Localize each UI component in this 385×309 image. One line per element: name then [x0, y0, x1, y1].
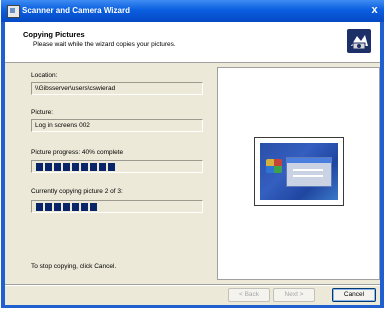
progress-block: [36, 163, 43, 171]
progress-block: [81, 203, 88, 211]
picture-thumbnail: [254, 137, 344, 206]
picture-progress-fill: [36, 163, 115, 171]
button-divider: [5, 284, 380, 286]
progress-block: [108, 163, 115, 171]
thumbnail-image: [260, 143, 338, 200]
page-subtitle: Please wait while the wizard copies your…: [33, 41, 176, 48]
wizard-window: Scanner and Camera Wizard x Copying Pict…: [1, 0, 384, 308]
scanner-app-icon: [7, 5, 20, 18]
copy-progress-fill: [36, 203, 97, 211]
page-title: Copying Pictures: [23, 30, 85, 39]
windows-logo-icon: [266, 159, 282, 173]
back-button[interactable]: < Back: [228, 288, 270, 302]
progress-block: [63, 163, 70, 171]
progress-block: [72, 203, 79, 211]
picture-label: Picture:: [31, 109, 54, 116]
progress-block: [36, 203, 43, 211]
title-bar[interactable]: Scanner and Camera Wizard x: [1, 0, 384, 22]
details-panel: Location: \\Gibsserver\users\cswierad Pi…: [5, 63, 210, 281]
progress-block: [72, 163, 79, 171]
copy-progress-bar: [31, 200, 203, 213]
progress-block: [54, 203, 61, 211]
picture-preview-panel: [217, 67, 380, 280]
stop-hint: To stop copying, click Cancel.: [31, 263, 117, 270]
progress-block: [99, 163, 106, 171]
thumbnail-login-dialog: [286, 157, 332, 187]
progress-block: [45, 203, 52, 211]
camera-wizard-icon: [346, 28, 372, 54]
progress-block: [63, 203, 70, 211]
progress-block: [45, 163, 52, 171]
location-label: Location:: [31, 72, 58, 79]
picture-progress-bar: [31, 160, 203, 173]
progress-block: [90, 163, 97, 171]
location-field: \\Gibsserver\users\cswierad: [31, 82, 203, 95]
copy-progress-label: Currently copying picture 2 of 3:: [31, 188, 123, 195]
picture-field: Log in screens 002: [31, 119, 203, 132]
progress-block: [90, 203, 97, 211]
wizard-header: Copying Pictures Please wait while the w…: [5, 22, 380, 63]
next-button[interactable]: Next >: [273, 288, 315, 302]
picture-progress-label: Picture progress: 40% complete: [31, 149, 124, 156]
progress-block: [81, 163, 88, 171]
window-title: Scanner and Camera Wizard: [22, 6, 130, 15]
cancel-button[interactable]: Cancel: [332, 288, 376, 302]
close-button[interactable]: x: [367, 3, 382, 18]
progress-block: [54, 163, 61, 171]
